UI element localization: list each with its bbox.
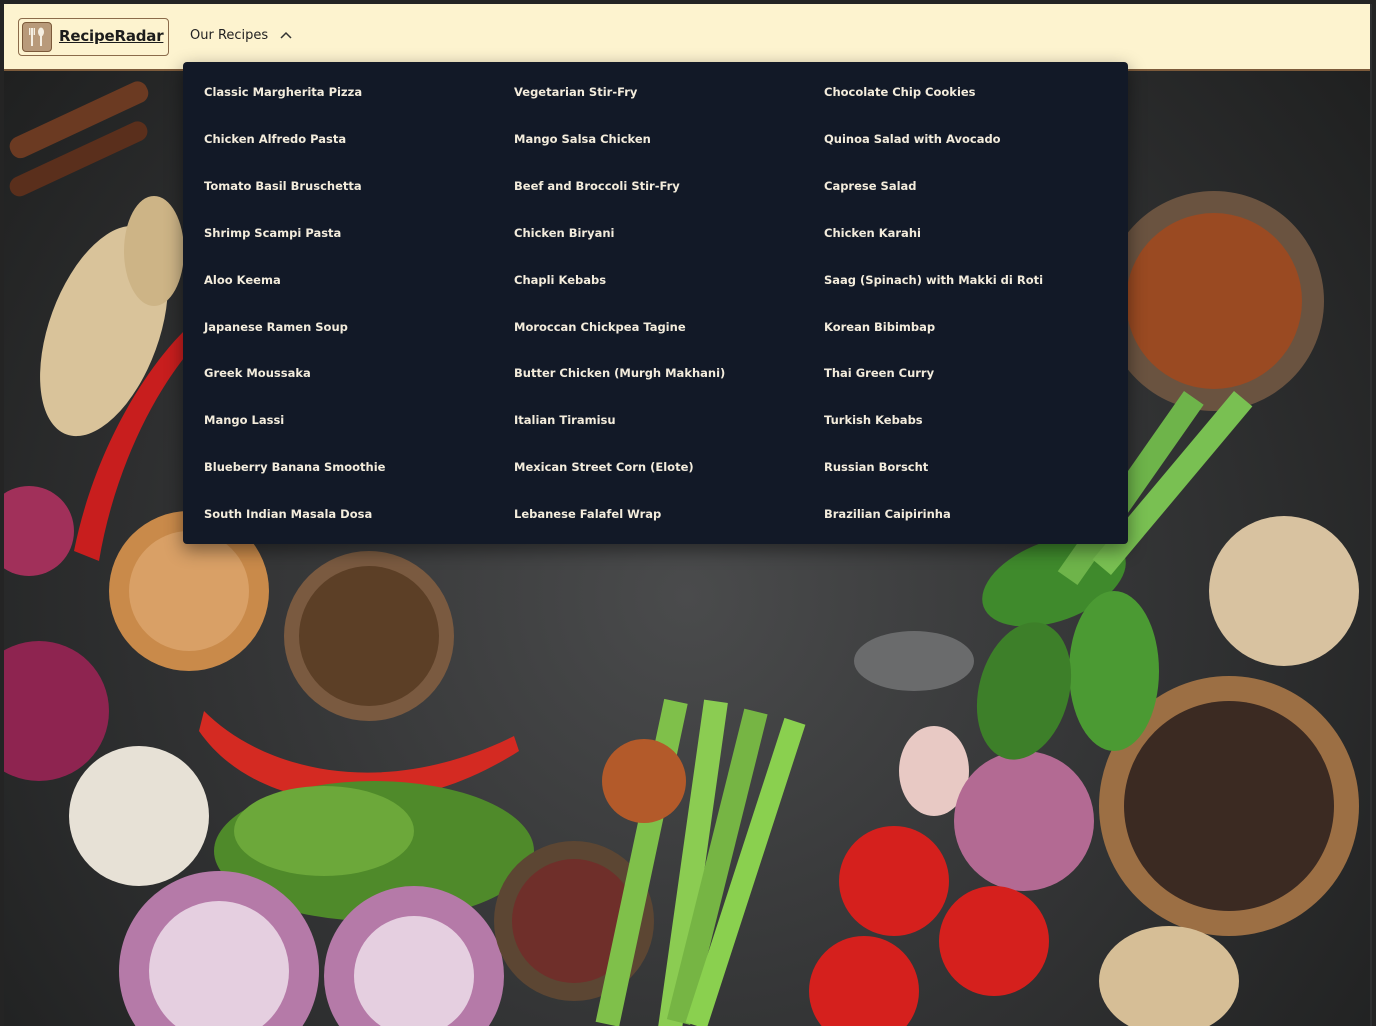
recipe-menu-item[interactable]: Brazilian Caipirinha [824, 504, 951, 524]
our-recipes-label: Our Recipes [190, 28, 269, 43]
recipe-menu-item[interactable]: Quinoa Salad with Avocado [824, 129, 1001, 149]
recipe-menu-item[interactable]: Mexican Street Corn (Elote) [514, 457, 694, 477]
recipe-menu-item[interactable]: Aloo Keema [204, 270, 281, 290]
recipe-menu-item[interactable]: Greek Moussaka [204, 363, 311, 383]
brand-name: RecipeRadar [59, 27, 164, 45]
recipe-menu-item[interactable]: Lebanese Falafel Wrap [514, 504, 661, 524]
recipe-menu-item[interactable]: Chicken Alfredo Pasta [204, 129, 346, 149]
recipe-menu-item[interactable]: Italian Tiramisu [514, 410, 616, 430]
recipe-menu-item[interactable]: Shrimp Scampi Pasta [204, 223, 341, 243]
recipe-menu-item[interactable]: Vegetarian Stir-Fry [514, 82, 637, 102]
chevron-up-icon [280, 28, 292, 43]
recipe-menu-item[interactable]: Chapli Kebabs [514, 270, 606, 290]
recipe-menu-item[interactable]: Butter Chicken (Murgh Makhani) [514, 363, 725, 383]
recipe-menu-item[interactable]: Tomato Basil Bruschetta [204, 176, 362, 196]
recipe-menu-item[interactable]: South Indian Masala Dosa [204, 504, 372, 524]
utensils-icon [22, 22, 52, 52]
recipe-menu-item[interactable]: Caprese Salad [824, 176, 917, 196]
recipe-menu-item[interactable]: Chicken Karahi [824, 223, 921, 243]
our-recipes-menu-toggle[interactable]: Our Recipes [190, 28, 292, 48]
recipe-menu-item[interactable]: Classic Margherita Pizza [204, 82, 362, 102]
recipe-menu-item[interactable]: Mango Salsa Chicken [514, 129, 651, 149]
recipe-menu-item[interactable]: Chocolate Chip Cookies [824, 82, 976, 102]
recipe-menu-item[interactable]: Japanese Ramen Soup [204, 317, 348, 337]
recipe-menu-item[interactable]: Russian Borscht [824, 457, 928, 477]
recipe-menu-item[interactable]: Mango Lassi [204, 410, 284, 430]
recipes-dropdown-menu: Classic Margherita Pizza Chicken Alfredo … [183, 62, 1128, 544]
recipe-menu-item[interactable]: Moroccan Chickpea Tagine [514, 317, 686, 337]
recipe-menu-item[interactable]: Blueberry Banana Smoothie [204, 457, 385, 477]
recipe-menu-item[interactable]: Saag (Spinach) with Makki di Roti [824, 270, 1043, 290]
recipe-menu-item[interactable]: Beef and Broccoli Stir-Fry [514, 176, 680, 196]
navbar: RecipeRadar Our Recipes [4, 4, 1370, 71]
recipe-menu-item[interactable]: Chicken Biryani [514, 223, 614, 243]
recipe-menu-item[interactable]: Thai Green Curry [824, 363, 934, 383]
recipe-menu-item[interactable]: Korean Bibimbap [824, 317, 935, 337]
recipe-menu-item[interactable]: Turkish Kebabs [824, 410, 923, 430]
brand-logo-link[interactable]: RecipeRadar [18, 18, 169, 56]
